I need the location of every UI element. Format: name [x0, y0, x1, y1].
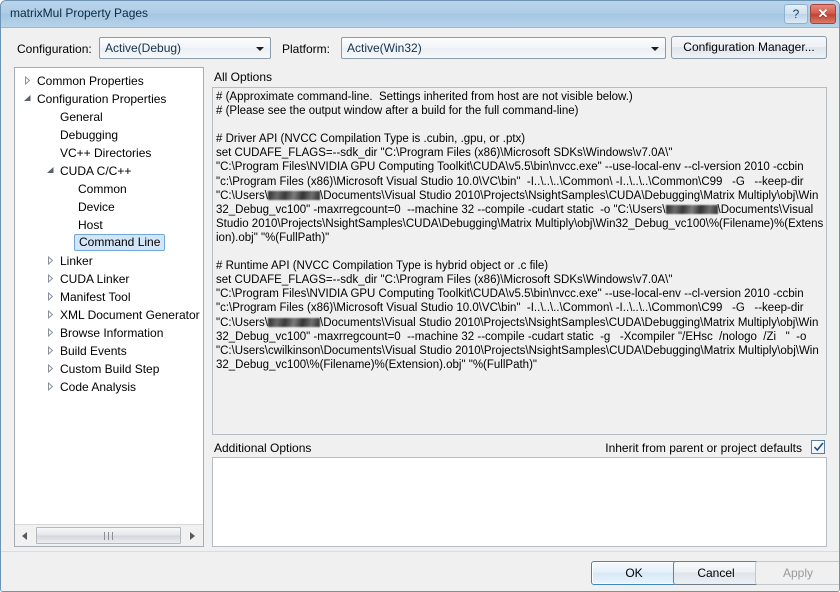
configuration-label: Configuration:	[17, 42, 92, 56]
expander-collapsed-icon[interactable]	[46, 364, 55, 373]
additional-options-label: Additional Options	[214, 441, 311, 455]
inherit-defaults-label: Inherit from parent or project defaults	[605, 441, 802, 455]
property-pages-dialog: matrixMul Property Pages ? ✕ Configurati…	[0, 0, 840, 592]
tree-item-vc-directories[interactable]: VC++ Directories	[15, 144, 203, 162]
expander-collapsed-icon[interactable]	[46, 310, 55, 319]
tree-item-label: CUDA Linker	[60, 270, 129, 288]
configuration-value: Active(Debug)	[105, 41, 181, 55]
platform-label: Platform:	[282, 42, 330, 56]
tree-item-label: Command Line	[74, 234, 165, 251]
tree-item-label: Host	[78, 216, 103, 234]
inherit-defaults-checkbox[interactable]	[811, 440, 825, 454]
expander-collapsed-icon[interactable]	[23, 76, 32, 85]
tree-item-label: Configuration Properties	[37, 90, 166, 108]
expander-expanded-icon[interactable]	[46, 166, 55, 175]
tree-item-browse-information[interactable]: Browse Information	[15, 324, 203, 342]
tree-item-device[interactable]: Device	[15, 198, 203, 216]
tree-item-custom-build-step[interactable]: Custom Build Step	[15, 360, 203, 378]
tree-item-label: Debugging	[60, 126, 118, 144]
tree-item-label: General	[60, 108, 103, 126]
expander-collapsed-icon[interactable]	[46, 274, 55, 283]
expander-collapsed-icon[interactable]	[46, 328, 55, 337]
additional-options-input[interactable]	[212, 457, 827, 547]
tree-item-manifest-tool[interactable]: Manifest Tool	[15, 288, 203, 306]
expander-expanded-icon[interactable]	[23, 94, 32, 103]
close-button[interactable]: ✕	[810, 4, 836, 24]
close-icon: ✕	[811, 6, 835, 22]
tree-item-common[interactable]: Common	[15, 180, 203, 198]
tree-item-host[interactable]: Host	[15, 216, 203, 234]
property-tree-panel: Common PropertiesConfiguration Propertie…	[14, 67, 204, 547]
tree-item-code-analysis[interactable]: Code Analysis	[15, 378, 203, 396]
tree-item-cuda-c-c[interactable]: CUDA C/C++	[15, 162, 203, 180]
tree-item-label: XML Document Generator	[60, 306, 200, 324]
tree-item-common-properties[interactable]: Common Properties	[15, 72, 203, 90]
scroll-left-arrow-icon[interactable]	[16, 526, 35, 545]
expander-collapsed-icon[interactable]	[46, 292, 55, 301]
tree-item-label: CUDA C/C++	[60, 162, 131, 180]
platform-value: Active(Win32)	[347, 41, 422, 55]
tree-item-xml-document-generator[interactable]: XML Document Generator	[15, 306, 203, 324]
tree-item-debugging[interactable]: Debugging	[15, 126, 203, 144]
configuration-manager-button[interactable]: Configuration Manager...	[671, 36, 827, 59]
configuration-dropdown[interactable]: Active(Debug)	[99, 37, 271, 59]
command-line-text: # (Approximate command-line. Settings in…	[216, 90, 824, 372]
tree-item-label: Manifest Tool	[60, 288, 130, 306]
checkmark-icon	[813, 441, 825, 453]
title-bar: matrixMul Property Pages ? ✕	[1, 1, 840, 28]
command-line-output-box[interactable]: # (Approximate command-line. Settings in…	[212, 87, 827, 435]
tree-item-label: Common Properties	[37, 72, 144, 90]
command-line-segment: \Documents\Visual Studio 2010\Projects\N…	[216, 204, 823, 329]
redacted-username	[268, 191, 320, 200]
ok-button[interactable]: OK	[591, 561, 677, 585]
tree-item-label: Custom Build Step	[60, 360, 159, 378]
tree-item-label: Build Events	[60, 342, 127, 360]
tree-item-general[interactable]: General	[15, 108, 203, 126]
question-mark-icon: ?	[785, 7, 807, 21]
command-line-segment: # (Approximate command-line. Settings in…	[216, 91, 807, 202]
property-tree: Common PropertiesConfiguration Propertie…	[15, 68, 203, 524]
help-button[interactable]: ?	[784, 4, 808, 24]
tree-item-label: Linker	[60, 252, 93, 270]
tree-item-label: Device	[78, 198, 115, 216]
dialog-footer: OK Cancel Apply	[1, 551, 840, 591]
window-title: matrixMul Property Pages	[10, 6, 148, 20]
apply-button: Apply	[755, 561, 840, 585]
cancel-button[interactable]: Cancel	[673, 561, 759, 585]
platform-dropdown[interactable]: Active(Win32)	[341, 37, 666, 59]
scrollbar-thumb[interactable]	[36, 527, 181, 544]
tree-item-label: Common	[78, 180, 127, 198]
tree-item-label: Browse Information	[60, 324, 163, 342]
tree-item-label: Code Analysis	[60, 378, 136, 396]
expander-collapsed-icon[interactable]	[46, 382, 55, 391]
chevron-down-icon	[256, 47, 264, 51]
expander-collapsed-icon[interactable]	[46, 346, 55, 355]
tree-item-command-line[interactable]: Command Line	[15, 234, 203, 252]
chevron-down-icon	[651, 47, 659, 51]
redacted-username	[666, 205, 718, 214]
expander-collapsed-icon[interactable]	[46, 256, 55, 265]
scroll-right-arrow-icon[interactable]	[183, 526, 202, 545]
tree-item-build-events[interactable]: Build Events	[15, 342, 203, 360]
tree-item-cuda-linker[interactable]: CUDA Linker	[15, 270, 203, 288]
tree-horizontal-scrollbar[interactable]	[15, 524, 203, 546]
tree-item-label: VC++ Directories	[60, 144, 151, 162]
scrollbar-grip-icon	[104, 532, 114, 540]
redacted-username	[268, 318, 320, 327]
all-options-label: All Options	[214, 70, 272, 84]
tree-item-linker[interactable]: Linker	[15, 252, 203, 270]
tree-item-configuration-properties[interactable]: Configuration Properties	[15, 90, 203, 108]
